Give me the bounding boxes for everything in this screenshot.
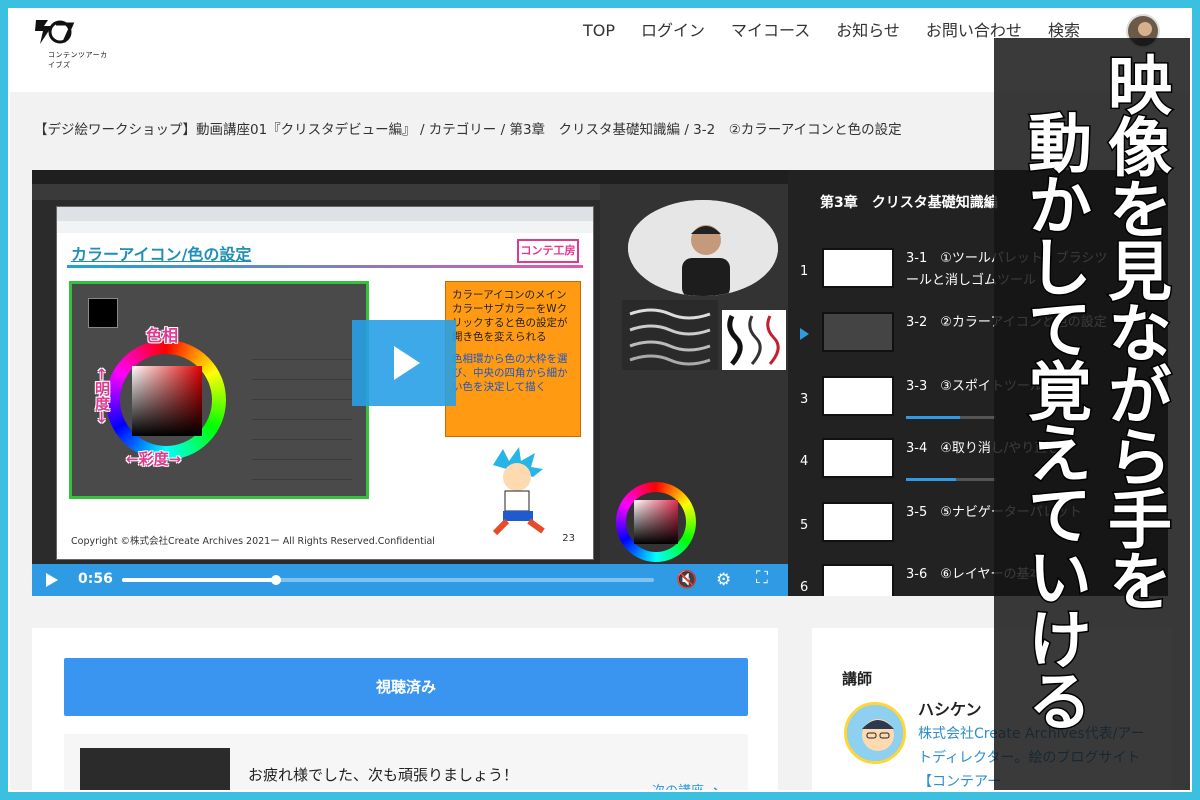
playlist-item-thumbnail [822, 312, 894, 352]
nav-login[interactable]: ログイン [628, 20, 718, 42]
seek-bar-fill [122, 578, 277, 582]
color-value-grid [252, 340, 352, 490]
slide-title-part2: 色の設定 [187, 245, 252, 264]
grid-row [252, 420, 352, 440]
instructor-name: ハシケン [918, 700, 982, 719]
slide-logo: コンテ工房 [517, 239, 579, 263]
webcam-person-icon [628, 200, 778, 296]
nav-top[interactable]: TOP [570, 20, 628, 42]
hue-label: 色相 [146, 326, 179, 345]
next-lesson-link[interactable]: 次の講座 ➜ [652, 780, 719, 790]
player-controls: 0:56 🔇 ⚙ ⛶ [32, 564, 788, 596]
seek-knob[interactable] [271, 575, 282, 585]
playlist-title: 第3章 クリスタ基礎知識編 [820, 195, 998, 211]
playlist-item-number: 3 [800, 392, 809, 407]
stroke-preview [722, 310, 786, 370]
color-settings-dialog: 色相 ←明度→ ←彩度→ [69, 281, 369, 499]
slide-title: カラーアイコン/色の設定 [71, 241, 251, 265]
video-player[interactable]: カラーアイコン/色の設定 コンテ工房 色相 ←明度→ ←彩度→ カラーアイコンの… [32, 170, 788, 596]
playlist-item-thumbnail [822, 564, 894, 596]
browser-window: カラーアイコン/色の設定 コンテ工房 色相 ←明度→ ←彩度→ カラーアイコンの… [56, 206, 594, 560]
brush-panel [622, 300, 718, 370]
big-play-button[interactable] [352, 320, 456, 406]
slide-copyright: Copyright ©株式会社Create Archives 2021ー All… [71, 536, 435, 547]
nav-my-course[interactable]: マイコース [718, 20, 823, 42]
playlist-item-progress [906, 416, 996, 419]
browser-address-bar [57, 221, 593, 233]
grid-row [252, 440, 352, 460]
instructor-webcam [628, 200, 778, 296]
play-icon [394, 346, 420, 380]
settings-gear-icon[interactable]: ⚙ [716, 571, 731, 589]
next-lesson-message: お疲れ様でした、次も頑張りましょう！ [248, 766, 519, 784]
playlist-item-thumbnail [822, 438, 894, 478]
stroke-sample-icon [727, 314, 780, 366]
saturation-label: ←彩度→ [126, 450, 182, 468]
playlist-item-progress [906, 478, 996, 481]
fullscreen-icon[interactable]: ⛶ [756, 569, 768, 587]
lecture-slide: カラーアイコン/色の設定 コンテ工房 色相 ←明度→ ←彩度→ カラーアイコンの… [63, 237, 587, 557]
next-lesson-box: お疲れ様でした、次も頑張りましょう！ 次の講座 ➜ [64, 734, 748, 790]
site-logo[interactable]: コンテンツアーカイブズ [28, 16, 108, 69]
promo-banner-line1: 映像を見ながら手を [1096, 51, 1173, 612]
browser-tabbar [57, 207, 593, 221]
mute-icon[interactable]: 🔇 [676, 571, 697, 589]
seek-bar[interactable] [122, 575, 654, 585]
playlist-item-thumbnail [822, 376, 894, 416]
grid-row [252, 400, 352, 420]
playlist-item-progress-fill [906, 478, 956, 481]
instructor-avatar [844, 702, 906, 764]
color-wheel-small [616, 482, 696, 562]
instructor-avatar-icon [847, 705, 903, 761]
playlist-item-thumbnail [822, 502, 894, 542]
breadcrumb[interactable]: 【デジ絵ワークショップ】動画講座01『クリスタデビュー編』 / カテゴリー / … [34, 118, 902, 138]
color-wheel-small-inner [626, 492, 686, 552]
playlist-item-thumbnail [822, 248, 894, 288]
instructor-heading: 講師 [842, 670, 873, 688]
lesson-card: 視聴済み お疲れ様でした、次も頑張りましょう！ 次の講座 ➜ [32, 628, 778, 790]
grid-row [252, 360, 352, 380]
logo-mark-icon [35, 20, 75, 44]
playlist-item-number: 1 [800, 264, 809, 279]
slide-note-box: カラーアイコンのメインカラーサブカラーをWクリックすると色の設定が開き色を変えら… [445, 281, 581, 437]
playlist-item-progress-fill [906, 416, 960, 419]
current-color-swatch [88, 298, 118, 328]
playlist-item-number: 5 [800, 518, 809, 533]
brightness-label: ←明度→ [93, 368, 111, 424]
promo-banner-line2: 動かして覚えていける [1016, 109, 1093, 732]
control-play-icon[interactable] [46, 573, 58, 587]
slide-title-part1: カラーアイコン [71, 245, 182, 264]
screenshot-frame: コンテンツアーカイブズ TOP ログイン マイコース お知らせ お問い合わせ 検… [8, 8, 1192, 792]
grid-row [252, 340, 352, 360]
slide-note-1: カラーアイコンのメインカラーサブカラーをWクリックすると色の設定が開き色を変えら… [452, 289, 568, 343]
grid-row [252, 460, 352, 480]
playlist-item-number: 4 [800, 454, 809, 469]
grid-row [252, 380, 352, 400]
promo-banner: 映像を見ながら手を 動かして覚えていける [994, 38, 1190, 790]
saturation-brightness-square [132, 366, 202, 436]
color-square-small [634, 500, 678, 544]
nav-news[interactable]: お知らせ [823, 20, 913, 42]
now-playing-icon [800, 328, 809, 340]
slide-divider [67, 265, 583, 268]
slide-page-number: 23 [562, 533, 575, 544]
running-character-illustration [492, 447, 545, 536]
watched-button[interactable]: 視聴済み [64, 658, 748, 716]
next-lesson-thumbnail[interactable] [80, 748, 230, 790]
current-time: 0:56 [78, 571, 113, 587]
playlist-item-number: 6 [800, 580, 809, 595]
slide-note-2: 色相環から色の大枠を選び、中央の四角から細かい色を決定して描く [452, 353, 568, 393]
logo-text: コンテンツアーカイブズ [48, 51, 108, 69]
brush-strokes-icon [629, 308, 711, 366]
clip-studio-menubar [32, 170, 788, 184]
